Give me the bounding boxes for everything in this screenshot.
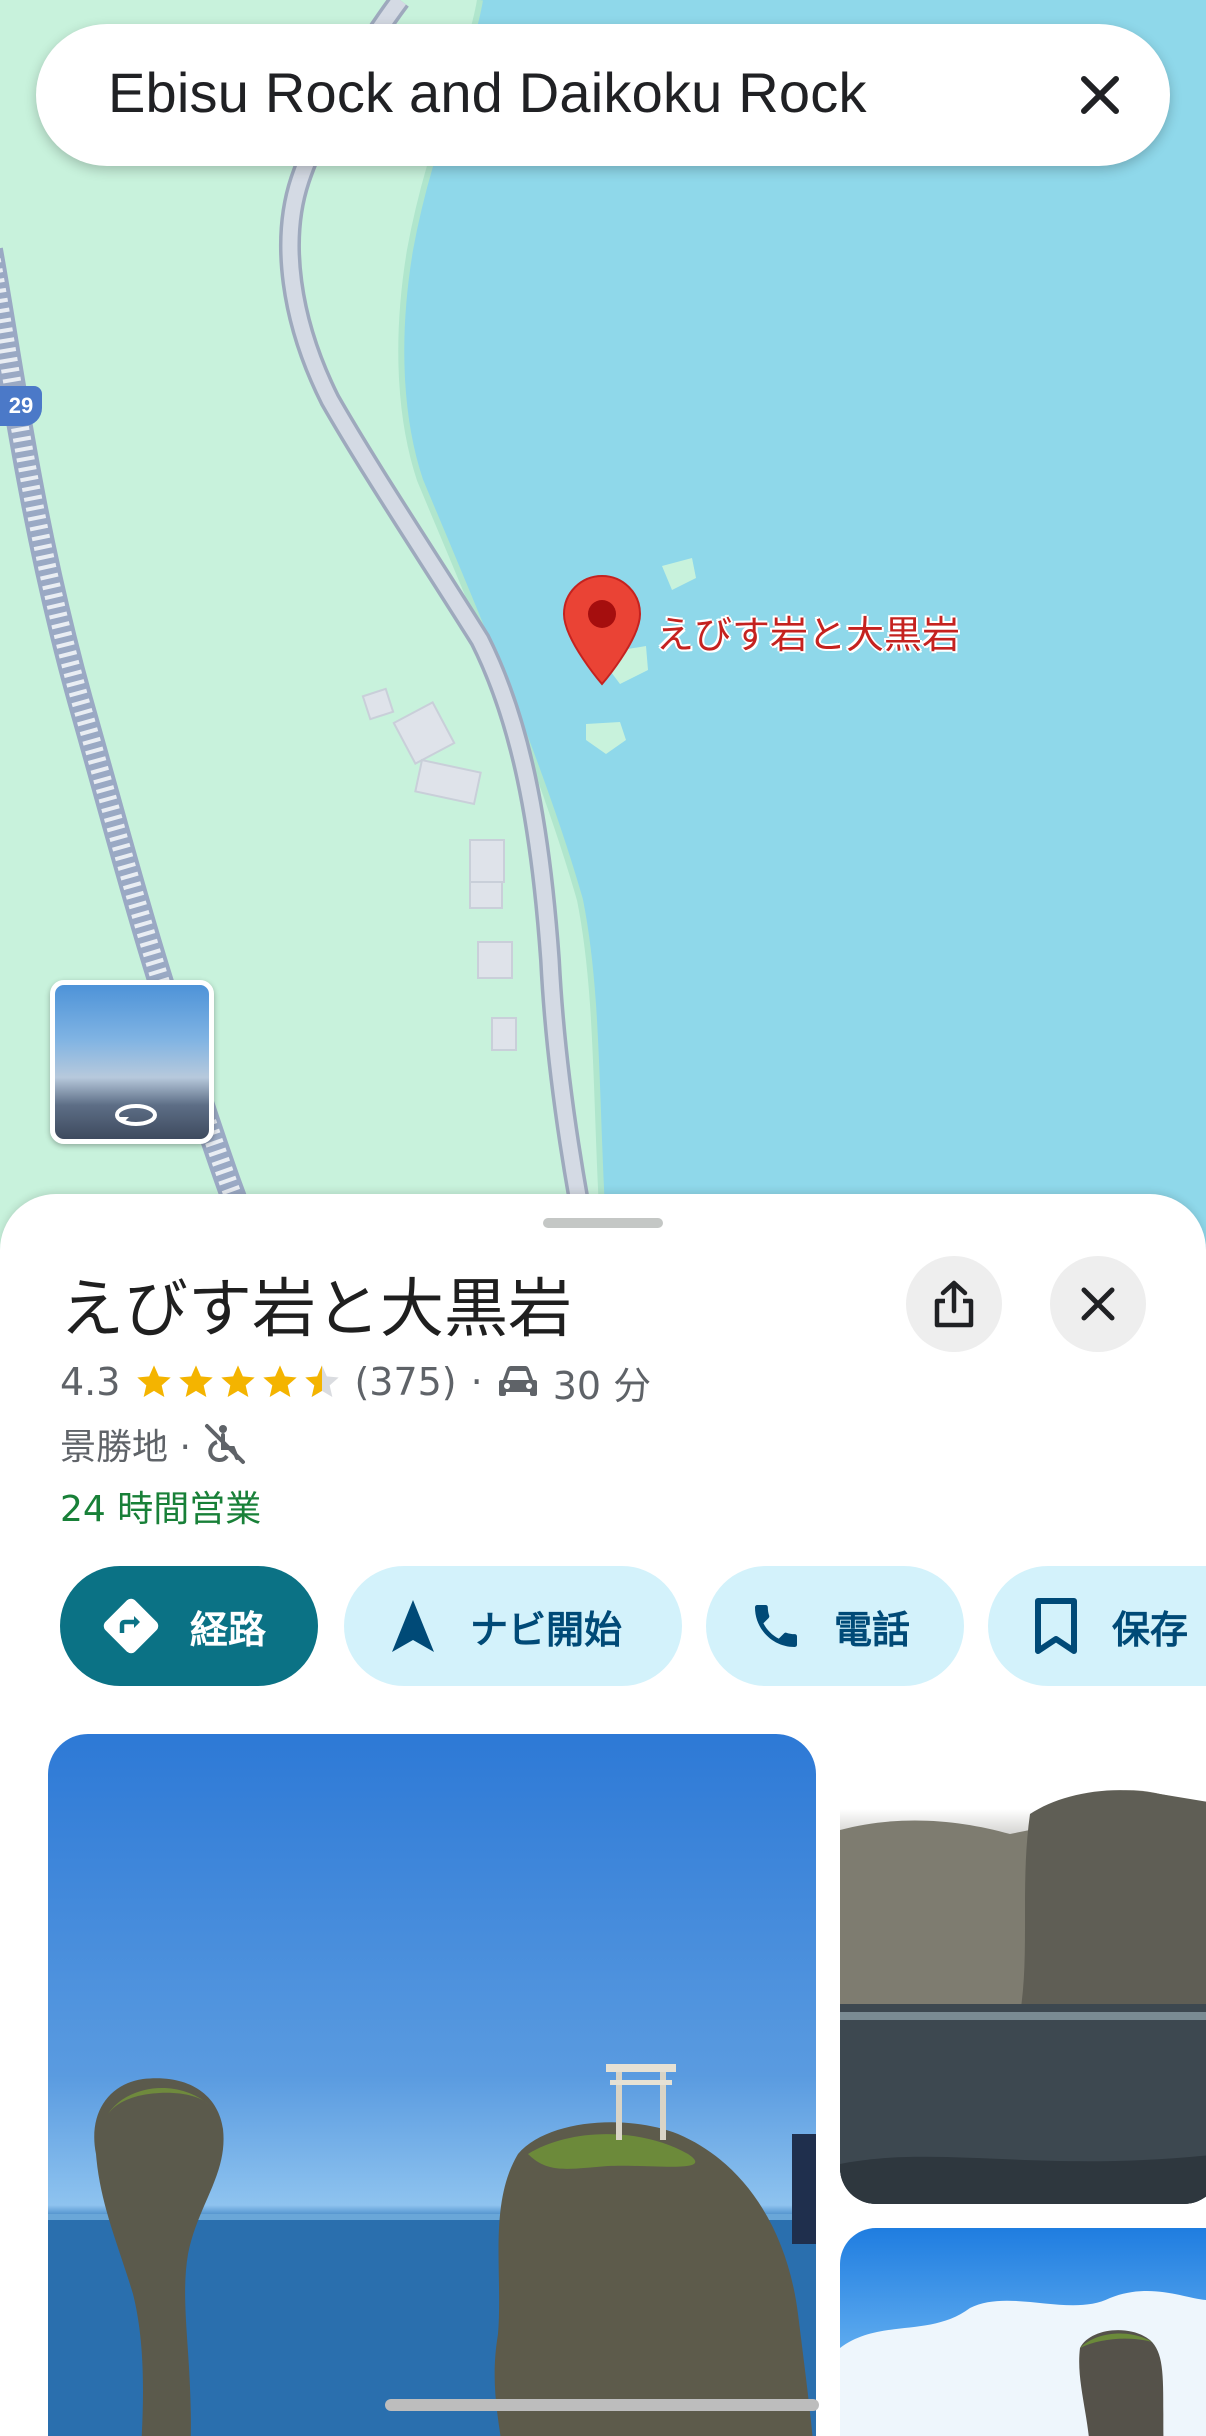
- place-category: 景勝地 ·: [60, 1427, 191, 1468]
- star-icon: [221, 1365, 256, 1397]
- directions-label: 経路: [190, 1607, 267, 1652]
- save-label: 保存: [1112, 1607, 1189, 1652]
- close-icon: [1081, 76, 1119, 114]
- close-sheet-button[interactable]: [1050, 1256, 1146, 1352]
- sky-rock-photo-illustration: [840, 2290, 1206, 2436]
- star-rating: [134, 1362, 344, 1402]
- cliff-photo-illustration: [840, 1790, 1206, 2204]
- place-details-sheet[interactable]: えびす岩と大黒岩 4.3 (375) · 30 分 景勝地 · 24 時間営業 …: [0, 1194, 1206, 2436]
- rating-row[interactable]: 4.3 (375) · 30 分: [60, 1352, 651, 1412]
- directions-button[interactable]: 経路: [60, 1566, 318, 1686]
- share-icon: [934, 1280, 974, 1328]
- map-view[interactable]: 29 えびす岩と大黒岩 Ebisu Rock and Daikoku Rock: [0, 0, 1206, 1260]
- car-icon: [498, 1366, 537, 1396]
- directions-icon: [100, 1595, 162, 1657]
- close-icon: [1081, 1287, 1115, 1321]
- review-count[interactable]: (375): [354, 1360, 456, 1404]
- place-photo-2[interactable]: [840, 1734, 1206, 2204]
- map-place-label[interactable]: えびす岩と大黒岩: [656, 604, 960, 659]
- not-wheelchair-accessible-icon: [204, 1424, 245, 1464]
- 360-rotate-icon: [115, 1104, 157, 1126]
- share-button[interactable]: [906, 1256, 1002, 1352]
- phone-icon: [748, 1598, 804, 1654]
- star-icon: [179, 1365, 214, 1397]
- rocks-photo-illustration: [48, 2064, 816, 2436]
- bookmark-icon: [1034, 1597, 1078, 1655]
- street-view-thumbnail[interactable]: [50, 980, 214, 1144]
- drive-time: 30 分: [552, 1363, 652, 1408]
- route-29-shield: 29: [0, 386, 42, 426]
- save-button[interactable]: 保存: [988, 1566, 1206, 1686]
- drag-handle[interactable]: [543, 1218, 663, 1228]
- call-button[interactable]: 電話: [706, 1566, 964, 1686]
- category-row: 景勝地 ·: [60, 1414, 247, 1474]
- clear-search-button[interactable]: [1070, 65, 1130, 125]
- place-photo-3[interactable]: [840, 2228, 1206, 2436]
- place-title: えびす岩と大黒岩: [60, 1273, 572, 1347]
- separator: ·: [470, 1360, 483, 1404]
- star-icon: [137, 1365, 172, 1397]
- navigation-arrow-icon: [388, 1598, 438, 1654]
- star-icon: [263, 1365, 298, 1397]
- call-label: 電話: [834, 1607, 911, 1652]
- search-bar[interactable]: Ebisu Rock and Daikoku Rock: [36, 24, 1170, 166]
- search-input[interactable]: Ebisu Rock and Daikoku Rock: [108, 60, 867, 125]
- maps-app: 29 えびす岩と大黒岩 Ebisu Rock and Daikoku Rock …: [0, 0, 1206, 2436]
- place-photo-main[interactable]: [48, 1734, 816, 2436]
- rating-value: 4.3: [60, 1360, 121, 1404]
- home-indicator[interactable]: [385, 2399, 819, 2411]
- start-navigation-label: ナビ開始: [470, 1607, 623, 1652]
- start-navigation-button[interactable]: ナビ開始: [344, 1566, 682, 1686]
- opening-hours[interactable]: 24 時間営業: [60, 1476, 261, 1536]
- half-star-icon: [305, 1365, 340, 1397]
- map-pin-icon[interactable]: [562, 574, 642, 686]
